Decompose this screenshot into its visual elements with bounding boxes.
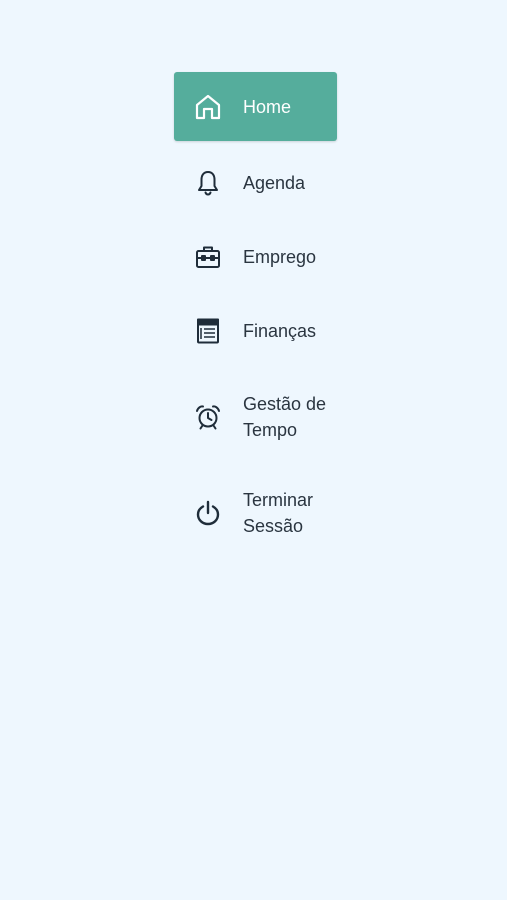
menu-item-label: Emprego [243,247,317,267]
bell-icon [193,168,223,198]
power-icon [193,498,223,528]
menu-item-terminar-sessao[interactable]: Terminar Sessão [174,465,337,561]
alarm-clock-icon [193,402,223,432]
ledger-icon [193,316,223,346]
menu-item-emprego[interactable]: Emprego [174,220,337,294]
menu-item-label: Gestão de Tempo [243,394,327,440]
side-menu: Home Agenda Emprego Finanças Gestão de T… [174,72,337,561]
menu-item-label: Finanças [243,321,317,341]
menu-item-home[interactable]: Home [174,72,337,141]
home-icon [193,92,223,122]
menu-item-label: Terminar Sessão [243,490,314,536]
menu-item-gestao-tempo[interactable]: Gestão de Tempo [174,369,337,465]
menu-item-financas[interactable]: Finanças [174,294,337,368]
briefcase-icon [193,242,223,272]
menu-item-label: Home [243,96,292,117]
menu-item-label: Agenda [243,173,306,193]
menu-item-agenda[interactable]: Agenda [174,146,337,220]
